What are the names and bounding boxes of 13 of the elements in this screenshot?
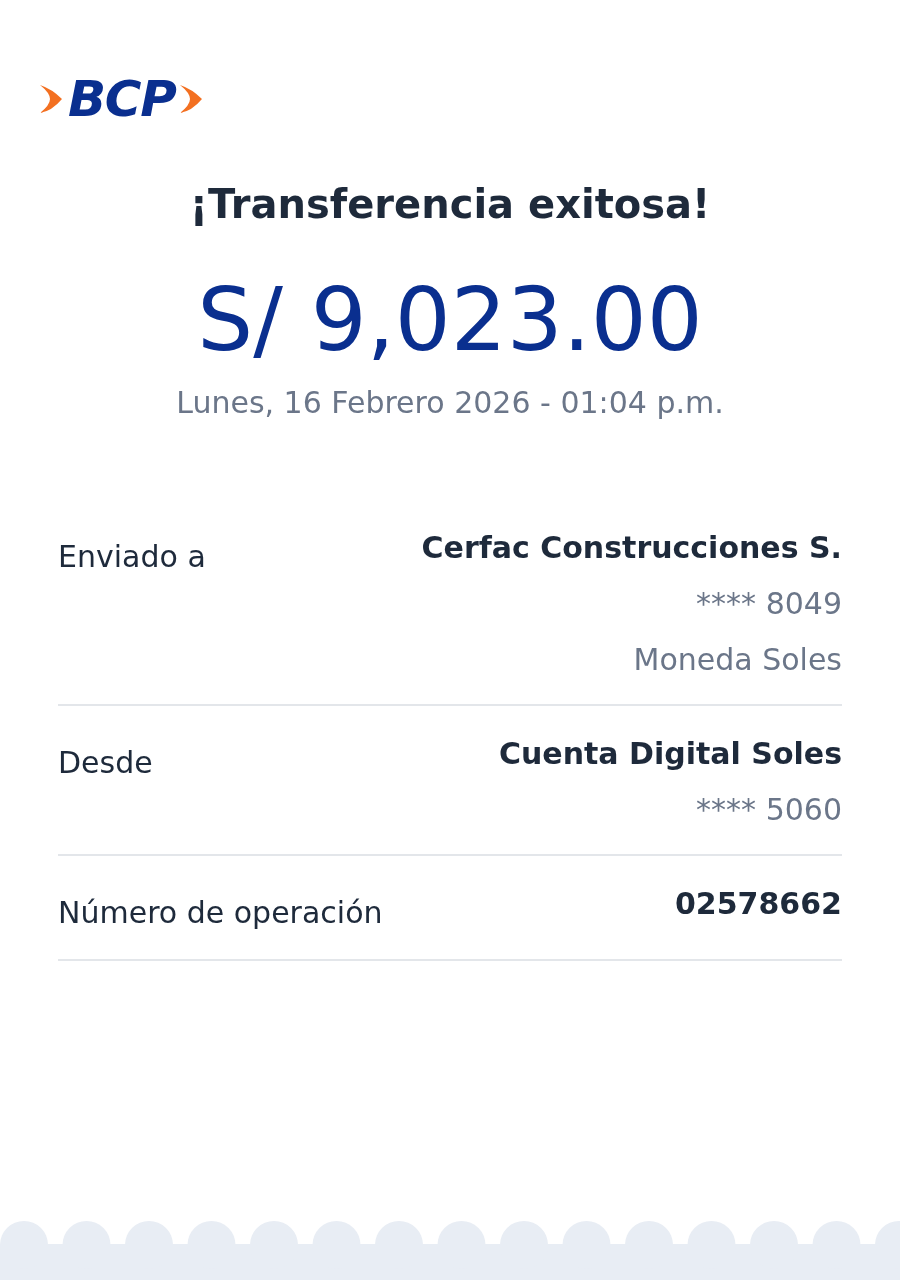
- bank-logo: BCP: [38, 74, 206, 124]
- detail-label: Enviado a: [58, 538, 206, 576]
- success-title: ¡Transferencia exitosa!: [189, 184, 711, 224]
- detail-value: 02578662: [675, 885, 842, 923]
- detail-value: Cuenta Digital Soles: [498, 735, 842, 773]
- detail-label: Desde: [58, 744, 153, 782]
- transfer-datetime: Lunes, 16 Febrero 2026 - 01:04 p.m.: [176, 388, 724, 418]
- detail-label: Número de operación: [58, 894, 383, 932]
- transfer-amount: S/ 9,023.00: [197, 276, 703, 364]
- detail-value: **** 5060: [696, 791, 842, 829]
- detail-value: Moneda Soles: [633, 641, 842, 679]
- detail-value: Cerfac Construcciones S.: [421, 529, 842, 567]
- detail-value: **** 8049: [696, 585, 842, 623]
